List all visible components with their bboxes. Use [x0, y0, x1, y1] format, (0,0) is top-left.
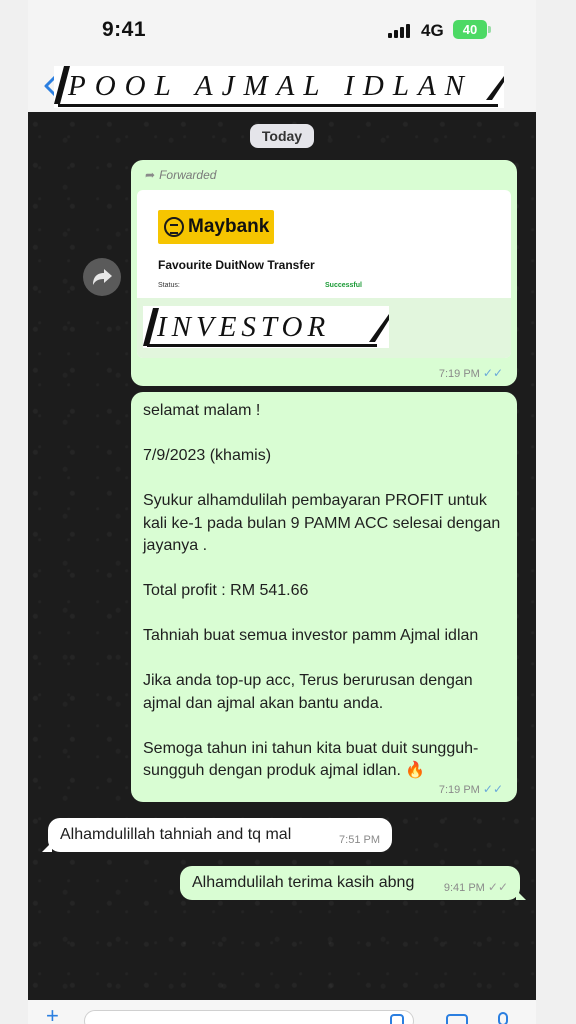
- network-label: 4G: [421, 21, 444, 40]
- receipt-title: Favourite DuitNow Transfer: [158, 258, 315, 272]
- signal-icon: [388, 24, 412, 38]
- outgoing-message[interactable]: Alhamdulilah terima kasih abng 9:41 PM ✓…: [180, 866, 526, 900]
- receipt-status-value: Successful: [325, 282, 362, 289]
- forward-share-button[interactable]: [83, 258, 121, 296]
- receipt-status-label: Status:: [158, 282, 180, 289]
- message-meta: 9:41 PM ✓✓: [444, 880, 508, 894]
- investor-overlay-text: INVESTOR: [157, 311, 331, 343]
- forwarded-text: Forwarded: [159, 168, 217, 182]
- status-bar: 9:41 4G 40: [28, 0, 536, 60]
- phone-screen: 9:41 4G 40 POOL AJMAL IDLAN Today ➦ Forw…: [28, 0, 536, 1024]
- contact-name-banner[interactable]: POOL AJMAL IDLAN: [54, 66, 504, 108]
- battery-icon: 40: [453, 20, 487, 39]
- maybank-tiger-icon: [164, 217, 184, 237]
- chat-header: POOL AJMAL IDLAN: [28, 60, 536, 112]
- maybank-logo: Maybank: [158, 210, 274, 244]
- message-meta: 7:19 PM ✓✓: [439, 366, 503, 380]
- message-text: Alhamdulilah terima kasih abng: [192, 874, 415, 891]
- share-arrow-icon: [93, 269, 112, 285]
- plus-icon[interactable]: +: [46, 1005, 59, 1024]
- investor-overlay-banner: INVESTOR: [143, 306, 389, 348]
- contact-name: POOL AJMAL IDLAN: [68, 70, 474, 102]
- message-text: selamat malam ! 7/9/2023 (khamis) Syukur…: [143, 402, 501, 779]
- battery-level: 40: [462, 22, 478, 37]
- profit-announcement-message[interactable]: selamat malam ! 7/9/2023 (khamis) Syukur…: [131, 392, 517, 802]
- message-time: 9:41 PM: [443, 882, 485, 894]
- message-text: Alhamdulillah tahniah and tq mal: [60, 826, 292, 843]
- incoming-message[interactable]: Alhamdulillah tahniah and tq mal 7:51 PM: [42, 818, 392, 852]
- forwarded-image-message[interactable]: ➦ Forwarded Maybank Favourite DuitNow Tra…: [131, 160, 517, 386]
- message-input-bar: +: [28, 1000, 536, 1024]
- message-time: 7:19 PM: [438, 368, 480, 380]
- chat-area[interactable]: Today ➦ Forwarded Maybank Favourite DuitN…: [28, 112, 536, 1000]
- read-receipt-icon: ✓✓: [482, 366, 503, 380]
- message-time: 7:19 PM: [438, 784, 480, 796]
- maybank-wordmark: Maybank: [188, 216, 270, 237]
- battery-tip: [488, 26, 491, 33]
- camera-icon[interactable]: [446, 1014, 468, 1024]
- delivered-receipt-icon: ✓✓: [487, 880, 508, 894]
- forwarded-label: ➦ Forwarded: [145, 168, 216, 182]
- sticker-icon[interactable]: [390, 1014, 404, 1024]
- message-input[interactable]: [84, 1010, 414, 1024]
- status-time: 9:41: [102, 18, 147, 41]
- forward-arrow-icon: ➦: [145, 168, 156, 182]
- message-time: 7:51 PM: [339, 834, 380, 846]
- read-receipt-icon: ✓✓: [482, 782, 503, 796]
- mic-icon[interactable]: [498, 1012, 508, 1024]
- message-meta: 7:19 PM ✓✓: [439, 782, 503, 796]
- date-separator: Today: [250, 124, 314, 148]
